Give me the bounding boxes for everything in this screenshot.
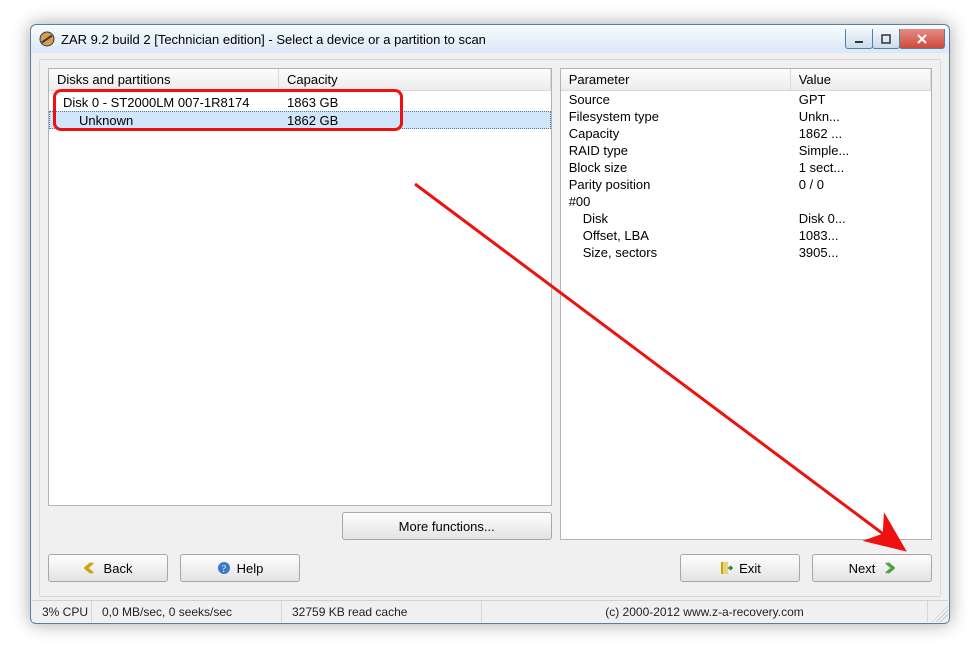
parameters-list[interactable]: SourceGPTFilesystem typeUnkn...Capacity1… [561, 91, 931, 261]
parameter-value-cell: 1 sect... [791, 160, 931, 175]
parameters-panel: Parameter Value SourceGPTFilesystem type… [560, 68, 932, 540]
parameters-header-value[interactable]: Value [791, 69, 931, 90]
parameter-row[interactable]: Block size1 sect... [561, 159, 931, 176]
parameter-name-cell: RAID type [561, 143, 791, 158]
svg-text:?: ? [221, 564, 226, 575]
status-bar: 3% CPU 0,0 MB/sec, 0 seeks/sec 32759 KB … [32, 600, 948, 622]
disks-panel: Disks and partitions Capacity Disk 0 - S… [48, 68, 552, 506]
disk-name-cell: Unknown [49, 113, 279, 128]
back-label: Back [104, 561, 133, 576]
status-cpu: 3% CPU [32, 601, 92, 622]
parameter-value-cell: GPT [791, 92, 931, 107]
disks-header-name[interactable]: Disks and partitions [49, 69, 279, 90]
left-column: Disks and partitions Capacity Disk 0 - S… [48, 68, 552, 540]
parameter-value-cell: 3905... [791, 245, 931, 260]
parameter-name-cell: Size, sectors [561, 245, 791, 260]
disk-name-cell: Disk 0 - ST2000LM 007-1R8174 [49, 95, 279, 110]
exit-label: Exit [739, 561, 761, 576]
right-column: Parameter Value SourceGPTFilesystem type… [560, 68, 932, 540]
parameter-value-cell: 0 / 0 [791, 177, 931, 192]
window-title: ZAR 9.2 build 2 [Technician edition] - S… [61, 32, 846, 47]
parameter-row[interactable]: Offset, LBA1083... [561, 227, 931, 244]
resize-grip[interactable] [928, 601, 948, 622]
close-button[interactable] [899, 29, 945, 49]
help-button[interactable]: ? Help [180, 554, 300, 582]
disk-tree-row[interactable]: Disk 0 - ST2000LM 007-1R81741863 GB [49, 93, 551, 111]
arrow-right-icon [881, 561, 895, 575]
help-icon: ? [217, 561, 231, 575]
status-copyright: (c) 2000-2012 www.z-a-recovery.com [482, 601, 928, 622]
disk-tree-row[interactable]: Unknown1862 GB [49, 111, 551, 129]
parameter-name-cell: Block size [561, 160, 791, 175]
parameter-name-cell: Capacity [561, 126, 791, 141]
parameter-name-cell: #00 [561, 194, 791, 209]
window-controls [846, 29, 945, 49]
parameter-row[interactable]: #00 [561, 193, 931, 210]
main-area: Disks and partitions Capacity Disk 0 - S… [48, 68, 932, 540]
exit-button[interactable]: Exit [680, 554, 800, 582]
minimize-button[interactable] [845, 29, 873, 49]
disks-header: Disks and partitions Capacity [49, 69, 551, 91]
next-label: Next [849, 561, 876, 576]
parameter-name-cell: Filesystem type [561, 109, 791, 124]
app-icon [39, 31, 55, 47]
more-functions-label: More functions... [399, 519, 495, 534]
bottom-bar: Back ? Help Exit Next [48, 548, 932, 588]
status-cache: 32759 KB read cache [282, 601, 482, 622]
client-area: Disks and partitions Capacity Disk 0 - S… [39, 59, 941, 597]
door-exit-icon [719, 561, 733, 575]
parameter-value-cell: 1083... [791, 228, 931, 243]
help-label: Help [237, 561, 264, 576]
arrow-left-icon [84, 561, 98, 575]
parameter-name-cell: Parity position [561, 177, 791, 192]
parameter-name-cell: Disk [561, 211, 791, 226]
titlebar[interactable]: ZAR 9.2 build 2 [Technician edition] - S… [31, 25, 949, 53]
parameter-name-cell: Source [561, 92, 791, 107]
parameter-row[interactable]: Capacity1862 ... [561, 125, 931, 142]
parameter-row[interactable]: Size, sectors3905... [561, 244, 931, 261]
parameters-header-name[interactable]: Parameter [561, 69, 791, 90]
more-functions-button[interactable]: More functions... [342, 512, 552, 540]
parameter-row[interactable]: Filesystem typeUnkn... [561, 108, 931, 125]
parameter-row[interactable]: RAID typeSimple... [561, 142, 931, 159]
parameter-row[interactable]: SourceGPT [561, 91, 931, 108]
back-button[interactable]: Back [48, 554, 168, 582]
parameter-value-cell: Simple... [791, 143, 931, 158]
parameter-name-cell: Offset, LBA [561, 228, 791, 243]
app-window: ZAR 9.2 build 2 [Technician edition] - S… [30, 24, 950, 624]
disk-capacity-cell: 1862 GB [279, 113, 551, 128]
next-button[interactable]: Next [812, 554, 932, 582]
parameter-value-cell: 1862 ... [791, 126, 931, 141]
disks-tree[interactable]: Disk 0 - ST2000LM 007-1R81741863 GBUnkno… [49, 91, 551, 131]
parameter-row[interactable]: Parity position0 / 0 [561, 176, 931, 193]
parameter-value-cell: Disk 0... [791, 211, 931, 226]
disk-capacity-cell: 1863 GB [279, 95, 551, 110]
parameters-header: Parameter Value [561, 69, 931, 91]
parameter-row[interactable]: DiskDisk 0... [561, 210, 931, 227]
maximize-button[interactable] [872, 29, 900, 49]
disks-header-capacity[interactable]: Capacity [279, 69, 551, 90]
status-io: 0,0 MB/sec, 0 seeks/sec [92, 601, 282, 622]
parameter-value-cell: Unkn... [791, 109, 931, 124]
